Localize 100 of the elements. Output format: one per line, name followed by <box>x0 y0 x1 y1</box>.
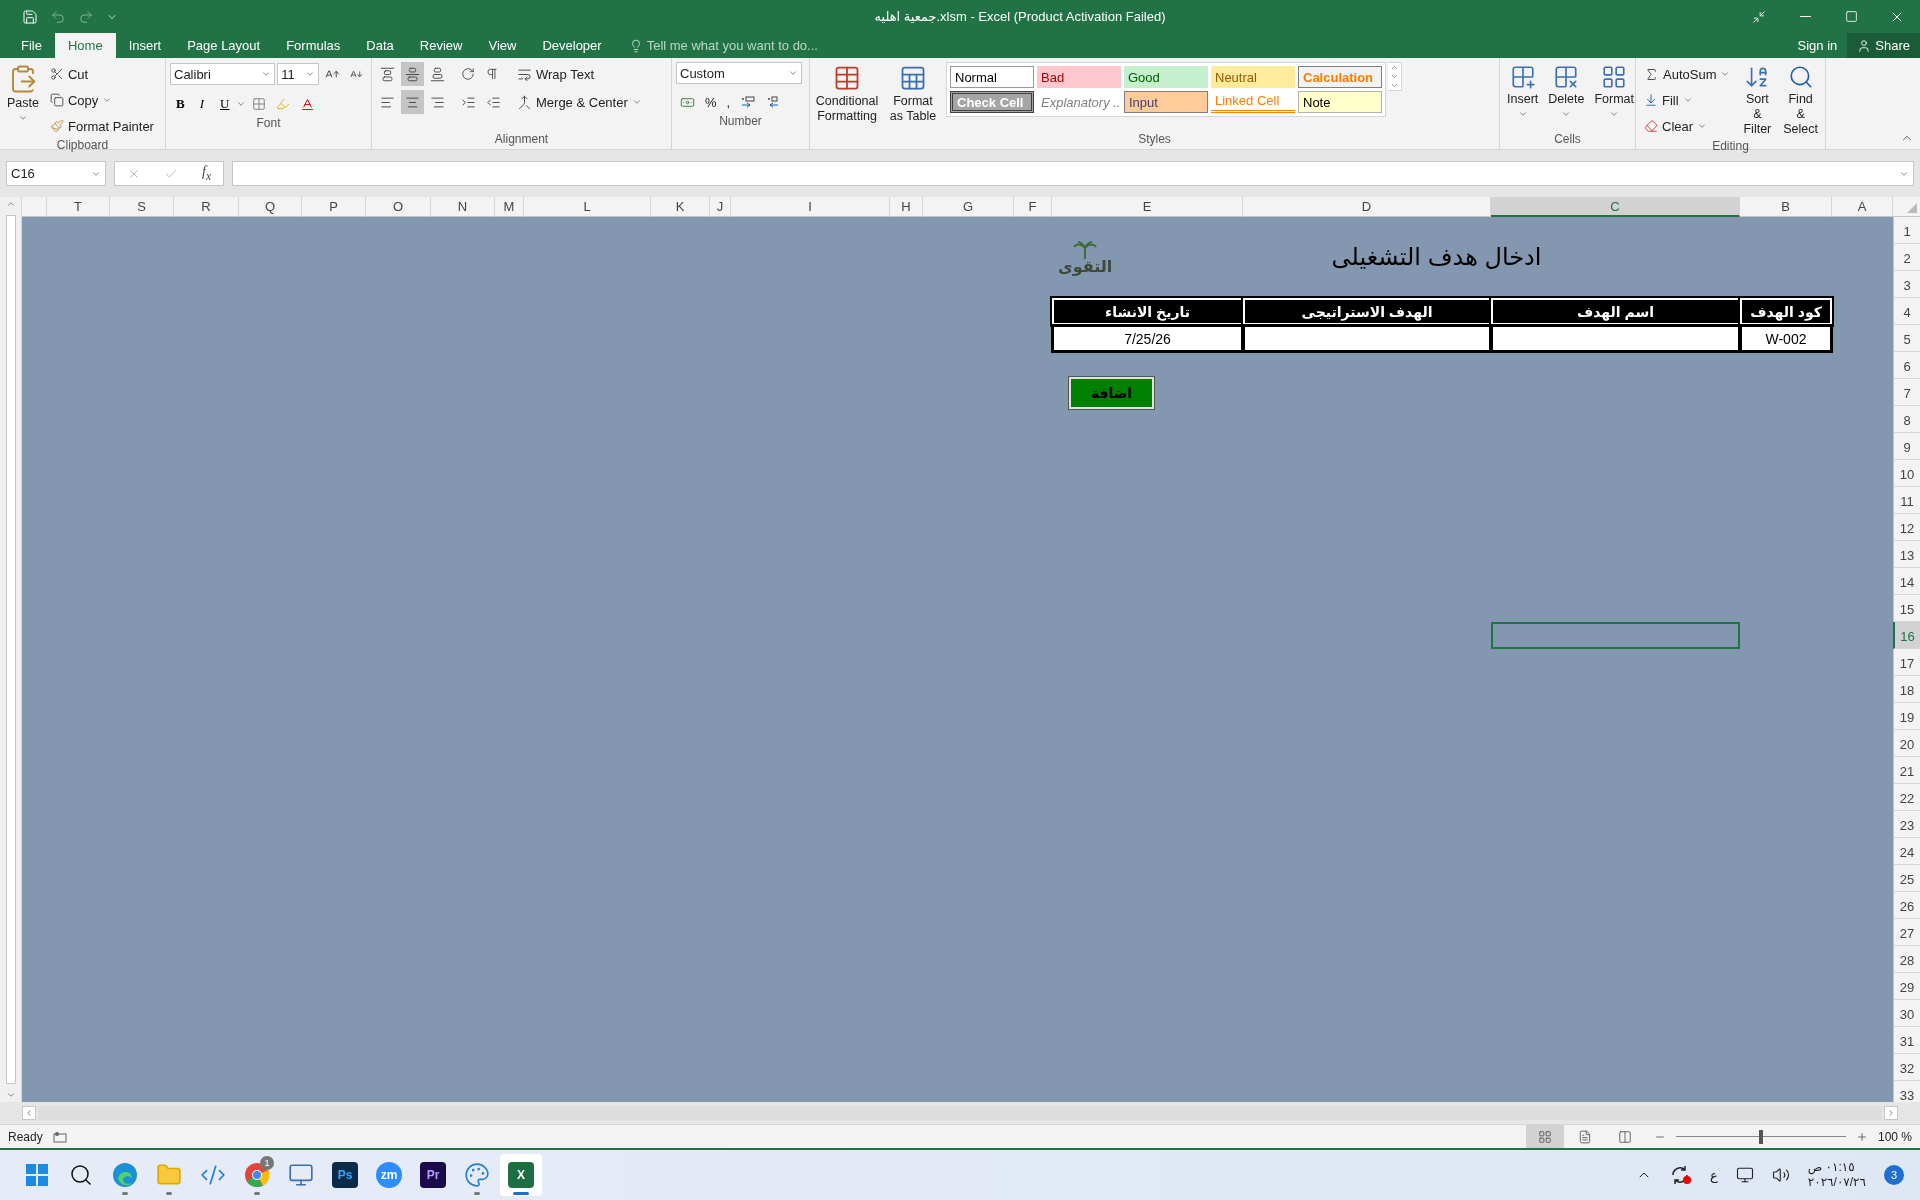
fill-button[interactable]: Fill <box>1640 88 1735 112</box>
column-header[interactable]: Q <box>239 197 302 217</box>
row-header[interactable]: 11 <box>1893 487 1920 514</box>
row-header[interactable]: 31 <box>1893 1027 1920 1054</box>
horizontal-scrollbar[interactable] <box>0 1102 1920 1124</box>
row-header[interactable]: 19 <box>1893 703 1920 730</box>
zoom-thumb[interactable] <box>1758 1129 1763 1144</box>
row-header[interactable]: 32 <box>1893 1054 1920 1081</box>
clock[interactable]: ٠١:١٥ ص ٢٠٢٦/٠٧/٢٦ <box>1807 1160 1866 1190</box>
row-header[interactable]: 2 <box>1893 244 1920 271</box>
copy-button[interactable]: Copy <box>45 88 158 112</box>
vertical-scrollbar[interactable] <box>0 197 22 1102</box>
column-header[interactable]: R <box>174 197 239 217</box>
italic-button[interactable]: I <box>192 93 212 115</box>
row-header[interactable]: 4 <box>1893 298 1920 325</box>
row-header[interactable]: 21 <box>1893 757 1920 784</box>
row-header[interactable]: 28 <box>1893 946 1920 973</box>
merge-center-button[interactable]: Merge & Center <box>513 90 646 114</box>
insert-function-button[interactable]: f$_{x}$ <box>202 164 212 183</box>
view-button[interactable] <box>1525 1124 1564 1149</box>
row-header[interactable]: 17 <box>1893 649 1920 676</box>
cell-style-option[interactable]: Input <box>1124 91 1208 113</box>
row-header[interactable]: 22 <box>1893 784 1920 811</box>
column-header[interactable]: G <box>923 197 1014 217</box>
sort-filter-button[interactable]: Sort & Filter <box>1738 62 1777 139</box>
row-header[interactable]: 15 <box>1893 595 1920 622</box>
column-header[interactable]: S <box>110 197 174 217</box>
ribbon-tab[interactable]: View <box>475 33 530 58</box>
row-header[interactable]: 33 <box>1893 1081 1920 1102</box>
share-button[interactable]: Share <box>1847 33 1920 58</box>
zoom-level-text[interactable]: 100 % <box>1877 1129 1912 1144</box>
column-header[interactable]: P <box>302 197 366 217</box>
column-header[interactable]: H <box>890 197 923 217</box>
row-header[interactable]: 14 <box>1893 568 1920 595</box>
column-header[interactable]: O <box>366 197 431 217</box>
format-painter-button[interactable]: Format Painter <box>45 114 158 138</box>
row-header[interactable]: 26 <box>1893 892 1920 919</box>
row-header[interactable]: 6 <box>1893 352 1920 379</box>
clear-button[interactable]: Clear <box>1640 114 1735 138</box>
row-header[interactable]: 7 <box>1893 379 1920 406</box>
column-header[interactable]: F <box>1014 197 1052 217</box>
row-header[interactable]: 3 <box>1893 271 1920 298</box>
row-header[interactable]: 29 <box>1893 973 1920 1000</box>
tell-me-field[interactable]: Tell me what you want to do... <box>646 38 818 53</box>
select-all-icon[interactable] <box>1907 203 1917 213</box>
ribbon-tab[interactable]: Developer <box>529 33 615 58</box>
row-header[interactable]: 12 <box>1893 514 1920 541</box>
row-header[interactable]: 8 <box>1893 406 1920 433</box>
comma-button[interactable]: , <box>722 90 735 114</box>
taskbar-app-button[interactable]: Ps <box>324 1154 366 1196</box>
row-header[interactable]: 16 <box>1893 622 1920 649</box>
notification-count[interactable]: 3 <box>1884 1165 1904 1185</box>
column-header[interactable]: L <box>524 197 651 217</box>
wrap-text-button[interactable]: Wrap Text <box>513 62 646 86</box>
row-header[interactable]: 13 <box>1893 541 1920 568</box>
row-header[interactable]: 24 <box>1893 838 1920 865</box>
row-header[interactable]: 25 <box>1893 865 1920 892</box>
column-header[interactable]: M <box>495 197 524 217</box>
row-header[interactable]: 20 <box>1893 730 1920 757</box>
macro-record-icon[interactable] <box>52 1130 67 1143</box>
font-size-field[interactable]: 11 <box>277 63 319 85</box>
row-header[interactable]: 23 <box>1893 811 1920 838</box>
ribbon-tab[interactable]: Data <box>353 33 407 58</box>
underline-button[interactable]: U <box>214 93 234 115</box>
row-header[interactable]: 27 <box>1893 919 1920 946</box>
gallery-scrollbar[interactable] <box>1388 62 1402 91</box>
row-header[interactable]: 5 <box>1893 325 1920 352</box>
column-header[interactable]: A <box>1832 197 1893 217</box>
row-header[interactable]: 30 <box>1893 1000 1920 1027</box>
vertical-align-button[interactable] <box>401 62 424 86</box>
column-header[interactable]: N <box>431 197 495 217</box>
name-box[interactable]: C16 <box>6 161 106 186</box>
ribbon-tab[interactable]: Formulas <box>273 33 354 58</box>
selected-cell[interactable] <box>1491 622 1740 649</box>
ribbon-tab[interactable]: Insert <box>115 33 175 58</box>
row-header[interactable]: 1 <box>1893 217 1920 244</box>
cell-style-option[interactable]: Normal <box>950 66 1034 88</box>
conditional-formatting-button[interactable]: Conditional Formatting <box>814 62 880 132</box>
taskbar-app-button[interactable]: X <box>500 1154 542 1196</box>
column-header[interactable]: D <box>1243 197 1491 217</box>
cells-button[interactable]: Delete <box>1545 62 1588 132</box>
ribbon-tab[interactable]: Page Layout <box>174 33 274 58</box>
row-header[interactable]: 10 <box>1893 460 1920 487</box>
column-header[interactable]: K <box>651 197 710 217</box>
cut-button[interactable]: Cut <box>45 62 158 86</box>
cells-button[interactable]: Format <box>1591 62 1637 132</box>
cell-style-option[interactable]: Bad <box>1037 66 1121 88</box>
autosum-button[interactable]: AutoSum <box>1640 62 1735 86</box>
find-select-button[interactable]: Find & Select <box>1780 62 1821 139</box>
bold-button[interactable]: B <box>170 93 190 115</box>
cell-style-option[interactable]: Good <box>1124 66 1208 88</box>
column-header[interactable]: B <box>1740 197 1832 217</box>
taskbar-app-button[interactable]: 1 <box>236 1154 278 1196</box>
formula-input-field[interactable] <box>232 161 1914 186</box>
number-format-field[interactable]: Custom <box>676 62 802 84</box>
horizontal-align-button[interactable] <box>401 90 424 114</box>
column-header[interactable]: J <box>710 197 731 217</box>
cells-button[interactable]: Insert <box>1504 62 1542 132</box>
ribbon-tab[interactable]: File <box>8 33 55 58</box>
column-header[interactable]: I <box>731 197 890 217</box>
